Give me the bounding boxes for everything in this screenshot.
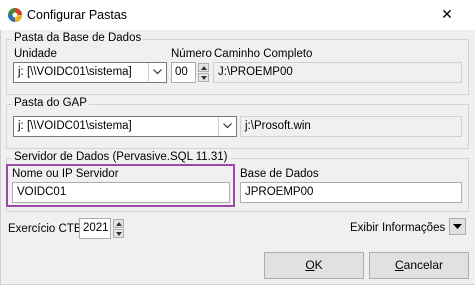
caminho-label: Caminho Completo (214, 48, 313, 60)
chevron-down-icon (153, 69, 162, 75)
spin-down-icon (116, 232, 122, 236)
numero-label: Número (171, 48, 212, 60)
base-dados-label: Base de Dados (240, 168, 319, 180)
caminho-field: J:\PROEMP00 (213, 62, 462, 83)
numero-field[interactable]: 00 (171, 62, 196, 83)
title-bar: Configurar Pastas ✕ (0, 0, 475, 30)
ok-button[interactable]: OK (264, 252, 364, 279)
highlight-box (6, 164, 235, 207)
group-gap-legend: Pasta do GAP (12, 97, 89, 109)
exibir-informacoes-button[interactable] (449, 218, 466, 235)
app-icon (8, 8, 22, 22)
cancel-button[interactable]: Cancelar (369, 252, 469, 279)
group-servidor-legend: Servidor de Dados (Pervasive.SQL 11.31) (12, 151, 230, 163)
ok-accel: O (305, 258, 315, 272)
exercicio-stepper-up[interactable] (113, 219, 124, 228)
spin-up-icon (201, 66, 207, 70)
numero-stepper[interactable] (198, 63, 209, 82)
base-dados-field[interactable]: JPROEMP00 (240, 182, 462, 203)
ok-label: K (314, 258, 323, 272)
numero-stepper-down[interactable] (198, 73, 209, 82)
unidade-combo[interactable]: j: [\\VOIDC01\sistema] (13, 62, 167, 83)
numero-value: 00 (175, 66, 188, 78)
gap-path-field: j:\Prosoft.win (240, 116, 462, 137)
gap-unidade-value: j: [\\VOIDC01\sistema] (18, 120, 132, 132)
cancel-accel: C (394, 258, 404, 272)
unidade-combo-value: j: [\\VOIDC01\sistema] (18, 66, 132, 78)
caminho-value: J:\PROEMP00 (218, 66, 293, 78)
group-base-dados-legend: Pasta da Base de Dados (12, 32, 144, 44)
chevron-down-icon (223, 123, 232, 129)
exercicio-label: Exercício CTB (8, 223, 82, 235)
triangle-down-icon (453, 224, 462, 229)
spin-up-icon (116, 222, 122, 226)
spin-down-icon (201, 76, 207, 80)
gap-path-value: j:\Prosoft.win (245, 120, 311, 132)
window-title: Configurar Pastas (27, 8, 128, 22)
base-dados-value: JPROEMP00 (245, 186, 314, 198)
close-icon: ✕ (441, 6, 453, 22)
close-button[interactable]: ✕ (432, 3, 462, 25)
exercicio-stepper[interactable] (113, 219, 124, 238)
exercicio-value: 2021 (83, 222, 109, 234)
unidade-label: Unidade (14, 48, 57, 60)
exibir-informacoes-label[interactable]: Exibir Informações (350, 222, 445, 234)
exercicio-stepper-down[interactable] (113, 229, 124, 238)
gap-unidade-dropdown[interactable] (218, 117, 236, 136)
cancel-label: ancelar (403, 258, 444, 272)
numero-stepper-up[interactable] (198, 63, 209, 72)
gap-unidade-combo[interactable]: j: [\\VOIDC01\sistema] (13, 116, 237, 137)
unidade-combo-dropdown[interactable] (148, 63, 166, 82)
exercicio-field[interactable]: 2021 (79, 218, 111, 239)
